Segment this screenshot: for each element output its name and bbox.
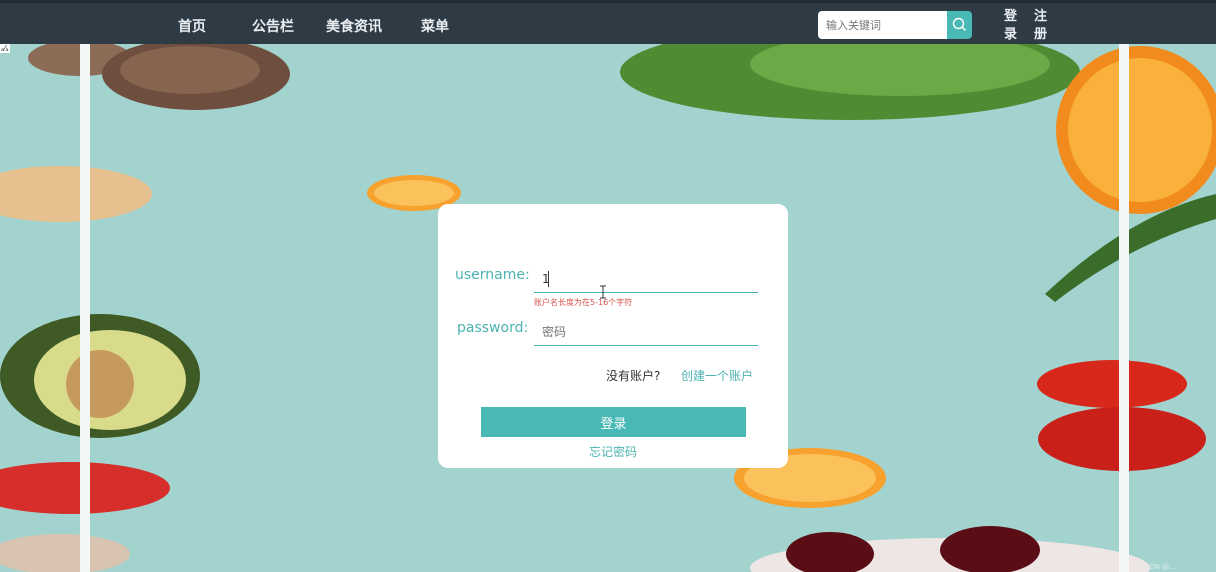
corner-tag: ₐ⁄ₐ <box>0 44 10 53</box>
nav-item-menu[interactable]: 菜单 <box>421 16 449 36</box>
register-link[interactable]: 注册 <box>1034 8 1050 44</box>
decor-stripe-left <box>80 44 90 572</box>
text-cursor-icon <box>600 285 606 299</box>
decor-stripe-right <box>1119 44 1129 572</box>
create-account-link[interactable]: 创建一个账户 <box>681 367 753 384</box>
search-box <box>818 11 972 39</box>
potato <box>0 166 152 222</box>
no-account-text: 没有账户? <box>606 369 661 383</box>
password-label: password: <box>457 320 529 336</box>
cherry <box>786 532 874 572</box>
forgot-password-link[interactable]: 忘记密码 <box>438 443 788 460</box>
username-error-message: 账户名长度为在5-16个字符 <box>534 298 633 307</box>
login-link[interactable]: 登录 <box>1004 8 1020 44</box>
login-button[interactable]: 登录 <box>481 407 746 437</box>
search-input[interactable] <box>818 11 947 39</box>
search-icon <box>952 17 966 31</box>
username-field[interactable] <box>534 265 758 293</box>
nav-item-notice-board[interactable]: 公告栏 <box>252 16 294 36</box>
watermark-text: CSDN @... <box>1140 563 1176 571</box>
top-navbar: 首页 公告栏 美食资讯 菜单 登录 注册 <box>0 0 1216 44</box>
tomato <box>1037 360 1187 408</box>
username-label: username: <box>455 267 530 283</box>
password-field[interactable] <box>534 318 758 346</box>
nav-item-food-news[interactable]: 美食资讯 <box>326 16 382 36</box>
search-button[interactable] <box>947 11 972 39</box>
text-caret <box>548 271 549 287</box>
cherry <box>940 526 1040 572</box>
login-card: username: 账户名长度为在5-16个字符 password: 没有账户?… <box>438 204 788 468</box>
nav-item-home[interactable]: 首页 <box>178 16 206 36</box>
